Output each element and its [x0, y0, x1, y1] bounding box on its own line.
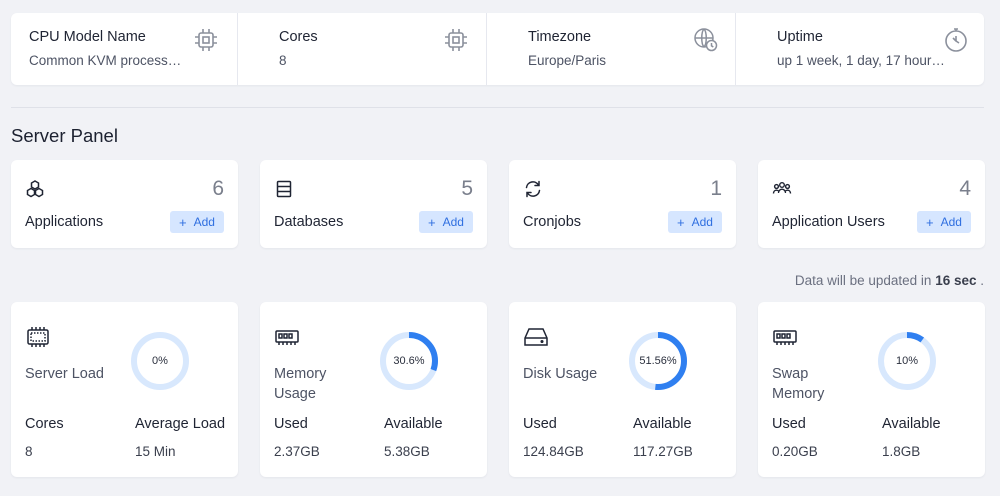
info-cores: Cores 8 [237, 13, 486, 85]
add-label: Add [940, 215, 962, 229]
update-suffix: . [976, 273, 984, 288]
hard-drive-icon [523, 326, 549, 348]
info-title: CPU Model Name [29, 29, 146, 45]
info-title: Timezone [528, 29, 592, 45]
right-value: 15 Min [135, 444, 176, 459]
right-value: 1.8GB [882, 444, 921, 459]
cpu-chip-icon [193, 27, 219, 53]
swap-memory-gauge: 10% [876, 330, 938, 392]
info-value: 8 [279, 53, 287, 68]
disk-usage-card: Disk Usage 51.56% Used Available 124.84G… [509, 302, 736, 477]
update-seconds: 16 sec [935, 273, 977, 288]
update-countdown: Data will be updated in 16 sec . [795, 273, 984, 288]
gauge-percent: 51.56% [639, 355, 677, 367]
plus-icon: + [428, 214, 436, 230]
databases-label: Databases [274, 214, 344, 230]
cpu-chip-icon [443, 27, 469, 53]
left-heading: Used [274, 416, 308, 432]
add-label: Add [691, 215, 713, 229]
right-value: 117.27GB [633, 444, 693, 459]
gauge-percent: 0% [152, 355, 168, 367]
right-heading: Available [633, 416, 692, 432]
application-users-card: 4 Application Users + Add [758, 160, 985, 248]
add-application-user-button[interactable]: + Add [917, 211, 971, 233]
applications-count: 6 [212, 177, 224, 200]
ram-icon [274, 326, 300, 348]
cpu-board-icon [25, 326, 51, 348]
info-cpu-model: CPU Model Name Common KVM process… [11, 13, 238, 85]
server-info-strip: CPU Model Name Common KVM process… Cores… [11, 13, 984, 85]
metric-title: Memory Usage [274, 366, 327, 402]
application-users-label: Application Users [772, 214, 885, 230]
memory-usage-card: Memory Usage 30.6% Used Available 2.37GB… [260, 302, 487, 477]
plus-icon: + [677, 214, 685, 230]
cronjobs-card: 1 Cronjobs + Add [509, 160, 736, 248]
metric-title: Swap Memory [772, 366, 825, 402]
info-title: Cores [279, 29, 318, 45]
users-icon [772, 179, 792, 199]
info-uptime: Uptime up 1 week, 1 day, 17 hour… [735, 13, 984, 85]
add-database-button[interactable]: + Add [419, 211, 473, 233]
left-heading: Used [772, 416, 806, 432]
server-load-card: Server Load 0% Cores Average Load 8 15 M… [11, 302, 238, 477]
info-value: Common KVM process… [29, 53, 182, 68]
metric-title: Disk Usage [523, 366, 598, 382]
application-users-count: 4 [959, 177, 971, 200]
database-icon [274, 179, 294, 199]
gauge-percent: 30.6% [393, 355, 425, 367]
info-value: up 1 week, 1 day, 17 hour… [777, 53, 945, 68]
stopwatch-icon [943, 27, 969, 53]
plus-icon: + [926, 214, 934, 230]
cronjobs-count: 1 [710, 177, 722, 200]
left-value: 0.20GB [772, 444, 818, 459]
left-value: 124.84GB [523, 444, 584, 459]
gauge-percent: 10% [895, 355, 919, 367]
right-heading: Available [384, 416, 443, 432]
memory-usage-gauge: 30.6% [378, 330, 440, 392]
left-value: 2.37GB [274, 444, 320, 459]
section-divider [11, 107, 984, 108]
info-timezone: Timezone Europe/Paris [486, 13, 735, 85]
plus-icon: + [179, 214, 187, 230]
databases-card: 5 Databases + Add [260, 160, 487, 248]
info-title: Uptime [777, 29, 823, 45]
cronjobs-label: Cronjobs [523, 214, 582, 230]
globe-clock-icon [693, 27, 719, 53]
left-value: 8 [25, 444, 33, 459]
swap-memory-card: Swap Memory 10% Used Available 0.20GB 1.… [758, 302, 985, 477]
update-prefix: Data will be updated in [794, 273, 936, 288]
right-heading: Available [882, 416, 941, 432]
left-heading: Used [523, 416, 557, 432]
metric-title: Server Load [25, 366, 104, 382]
disk-usage-gauge: 51.56% [627, 330, 689, 392]
databases-count: 5 [461, 177, 473, 200]
left-heading: Cores [25, 416, 64, 432]
right-value: 5.38GB [384, 444, 430, 459]
right-heading: Average Load [135, 416, 226, 432]
ram-icon [772, 326, 798, 348]
add-application-button[interactable]: + Add [170, 211, 224, 233]
refresh-icon [523, 179, 543, 199]
cubes-icon [25, 179, 45, 199]
applications-card: 6 Applications + Add [11, 160, 238, 248]
info-value: Europe/Paris [528, 53, 607, 68]
page-title: Server Panel [11, 125, 118, 146]
add-label: Add [193, 215, 215, 229]
applications-label: Applications [25, 214, 104, 230]
server-load-gauge: 0% [129, 330, 191, 392]
add-label: Add [442, 215, 464, 229]
add-cronjob-button[interactable]: + Add [668, 211, 722, 233]
